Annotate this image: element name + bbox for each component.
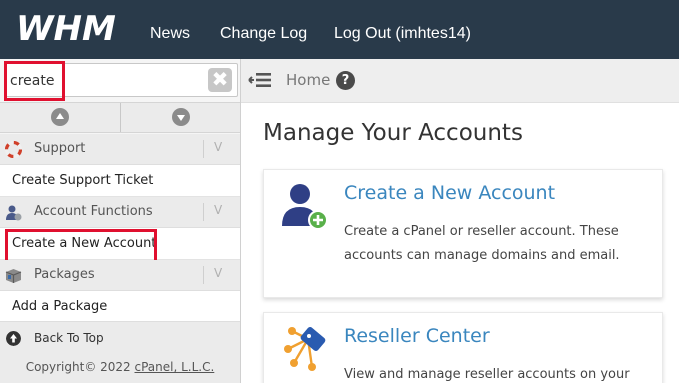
help-icon[interactable]: ? — [336, 71, 355, 90]
top-bar: WHM News Change Log Log Out (imhtes14) — [0, 0, 679, 59]
nav-change-log[interactable]: Change Log — [220, 0, 307, 59]
arrow-up-icon — [6, 331, 21, 346]
chevron-down-icon[interactable]: V — [214, 266, 222, 280]
sidebar-category-support[interactable]: Support V — [0, 134, 240, 165]
breadcrumb-bar: Home ? — [241, 59, 679, 103]
card-reseller-center[interactable]: Reseller Center View and manage reseller… — [263, 312, 663, 383]
sidebar-category-account-functions[interactable]: Account Functions V — [0, 197, 240, 228]
back-to-top-button[interactable]: Back To Top — [0, 321, 240, 353]
sidebar-item-label: Add a Package — [12, 299, 108, 314]
nav-log-out[interactable]: Log Out (imhtes14) — [334, 0, 471, 59]
expand-all-button[interactable] — [121, 103, 241, 132]
sidebar-item-label: Create Support Ticket — [12, 173, 154, 188]
main-content: Manage Your Accounts Create a New Accoun… — [241, 104, 679, 383]
chevron-down-icon[interactable]: V — [214, 203, 222, 217]
nav-news[interactable]: News — [150, 0, 190, 59]
sidebar-category-label: Account Functions — [34, 204, 153, 219]
clear-search-button[interactable]: ✖ — [208, 68, 232, 92]
page-title: Manage Your Accounts — [263, 120, 523, 146]
chevron-down-icon[interactable]: V — [214, 140, 222, 154]
sidebar-item-create-support-ticket[interactable]: Create Support Ticket — [0, 165, 240, 197]
collapse-all-button[interactable] — [0, 103, 120, 132]
sidebar-category-label: Packages — [34, 267, 95, 282]
lifebuoy-icon — [5, 141, 22, 158]
whm-logo[interactable]: WHM — [14, 8, 132, 48]
sidebar-category-packages[interactable]: Packages V — [0, 260, 240, 291]
breadcrumb-home[interactable]: Home — [286, 71, 330, 89]
cpanel-link[interactable]: cPanel, L.L.C. — [135, 360, 215, 374]
card-create-new-account[interactable]: Create a New Account Create a cPanel or … — [263, 169, 663, 298]
sidebar-item-add-package[interactable]: Add a Package — [0, 291, 240, 323]
search-highlight — [4, 61, 65, 101]
svg-text:WHM: WHM — [16, 9, 116, 48]
copyright-text: Copyright© 2022 — [25, 360, 135, 374]
sidebar-category-label: Support — [34, 141, 86, 156]
collapse-controls — [0, 102, 240, 133]
package-icon — [5, 269, 22, 283]
copyright: Copyright© 2022 cPanel, L.L.C. — [0, 353, 240, 383]
card-title[interactable]: Reseller Center — [344, 325, 490, 347]
user-icon — [6, 205, 22, 221]
card-description: View and manage reseller accounts on you… — [344, 367, 630, 382]
back-to-top-label: Back To Top — [34, 331, 104, 345]
menu-toggle-icon[interactable] — [248, 69, 272, 91]
reseller-icon — [284, 327, 326, 371]
add-user-icon — [282, 184, 328, 230]
card-title[interactable]: Create a New Account — [344, 182, 555, 204]
card-description: Create a cPanel or reseller account. The… — [344, 224, 620, 263]
create-account-highlight — [5, 229, 157, 263]
